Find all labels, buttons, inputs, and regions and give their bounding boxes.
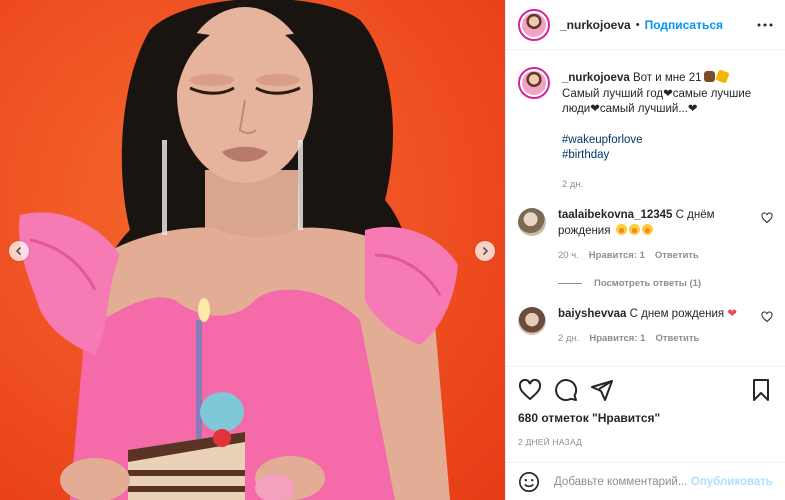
post-side-panel: _nurkojoeva • Подписаться _nurkojoeva Во…	[505, 0, 785, 500]
post-header: _nurkojoeva • Подписаться	[506, 0, 785, 50]
comment-item: baiyshevvaa С днем рождения ❤ 2 дн. Нрав…	[518, 306, 773, 347]
red-heart-emoji: ❤	[727, 307, 737, 320]
chevron-right-icon	[482, 246, 489, 256]
comment-time[interactable]: 2 дн.	[558, 331, 579, 347]
smiling-emoji	[641, 223, 653, 235]
comments-list[interactable]: _nurkojoeva Вот и мне 21 Самый лучший го…	[506, 51, 785, 366]
chevron-left-icon	[15, 246, 22, 256]
comment-like-heart-icon[interactable]	[761, 212, 773, 224]
caption-username[interactable]: _nurkojoeva	[562, 72, 630, 84]
smiling-emoji	[615, 223, 627, 235]
post-actions: 680 отметок "Нравится" 2 ДНЕЙ НАЗАД	[506, 366, 785, 447]
black-heart-emoji: ❤	[687, 103, 698, 115]
comment-likes[interactable]: Нравится: 1	[589, 248, 645, 264]
publish-button[interactable]: Опубликовать	[691, 476, 773, 488]
bookmark-icon[interactable]	[749, 378, 773, 402]
caption-text-line3: люди	[562, 103, 591, 115]
smiling-emoji	[628, 223, 640, 235]
black-heart-emoji: ❤	[590, 103, 600, 115]
comment-like-heart-icon[interactable]	[761, 310, 773, 323]
reply-button[interactable]: Ответить	[655, 331, 699, 347]
replies-divider-line	[558, 282, 582, 284]
commenter-avatar[interactable]	[518, 208, 546, 236]
share-icon[interactable]	[590, 378, 614, 402]
hashtag-link[interactable]: #wakeupforlove	[562, 133, 773, 149]
reply-button[interactable]: Ответить	[655, 248, 699, 264]
commenter-avatar[interactable]	[518, 306, 546, 335]
comment-input[interactable]	[552, 474, 691, 489]
commenter-username[interactable]: taalaibekovna_12345	[558, 209, 672, 221]
comment-text: С днем рождения	[629, 307, 725, 320]
next-photo-button[interactable]	[475, 241, 495, 261]
caption-text-line2: Самый лучший год	[562, 87, 664, 100]
comment-item: taalaibekovna_12345 С днём рождения 20 ч…	[518, 208, 773, 264]
separator-dot: •	[635, 18, 640, 31]
author-username[interactable]: _nurkojoeva	[560, 18, 631, 32]
cake-emoji	[703, 71, 715, 82]
hashtag-link[interactable]: #birthday	[562, 148, 773, 164]
view-replies-label: Посмотреть ответы (1)	[594, 277, 702, 289]
party-emoji	[714, 69, 730, 84]
comment-time[interactable]: 20 ч.	[558, 248, 579, 264]
heart-icon[interactable]	[518, 378, 542, 402]
caption-avatar[interactable]	[518, 67, 550, 99]
commenter-username[interactable]: baiyshevvaa	[558, 308, 626, 320]
follow-button[interactable]: Подписаться	[645, 18, 723, 32]
likes-count[interactable]: 680 отметок "Нравится"	[518, 411, 773, 425]
view-replies-button[interactable]: Посмотреть ответы (1)	[558, 278, 773, 289]
caption-time[interactable]: 2 дн.	[562, 177, 773, 193]
author-avatar[interactable]	[518, 8, 550, 41]
smiley-icon[interactable]	[518, 471, 540, 493]
add-comment-bar: Опубликовать	[506, 462, 785, 500]
hashtags: #wakeupforlove #birthday	[562, 133, 773, 164]
post-caption: _nurkojoeva Вот и мне 21 Самый лучший го…	[518, 67, 773, 192]
comment-likes[interactable]: Нравится: 1	[589, 331, 645, 347]
caption-text-line2b: самые лучшие	[672, 87, 752, 100]
portrait-photo	[19, 0, 458, 500]
more-options-button[interactable]	[757, 17, 773, 33]
black-heart-emoji: ❤	[663, 87, 673, 100]
comment-icon[interactable]	[554, 378, 578, 402]
previous-photo-button[interactable]	[9, 241, 29, 261]
post-image[interactable]	[0, 0, 505, 500]
caption-text-line1: Вот и мне 21	[632, 72, 702, 84]
instagram-post: _nurkojoeva • Подписаться _nurkojoeva Во…	[0, 0, 785, 500]
caption-text-line3b: самый лучший...	[599, 103, 688, 115]
post-date[interactable]: 2 ДНЕЙ НАЗАД	[518, 437, 773, 447]
more-icon	[757, 23, 773, 26]
